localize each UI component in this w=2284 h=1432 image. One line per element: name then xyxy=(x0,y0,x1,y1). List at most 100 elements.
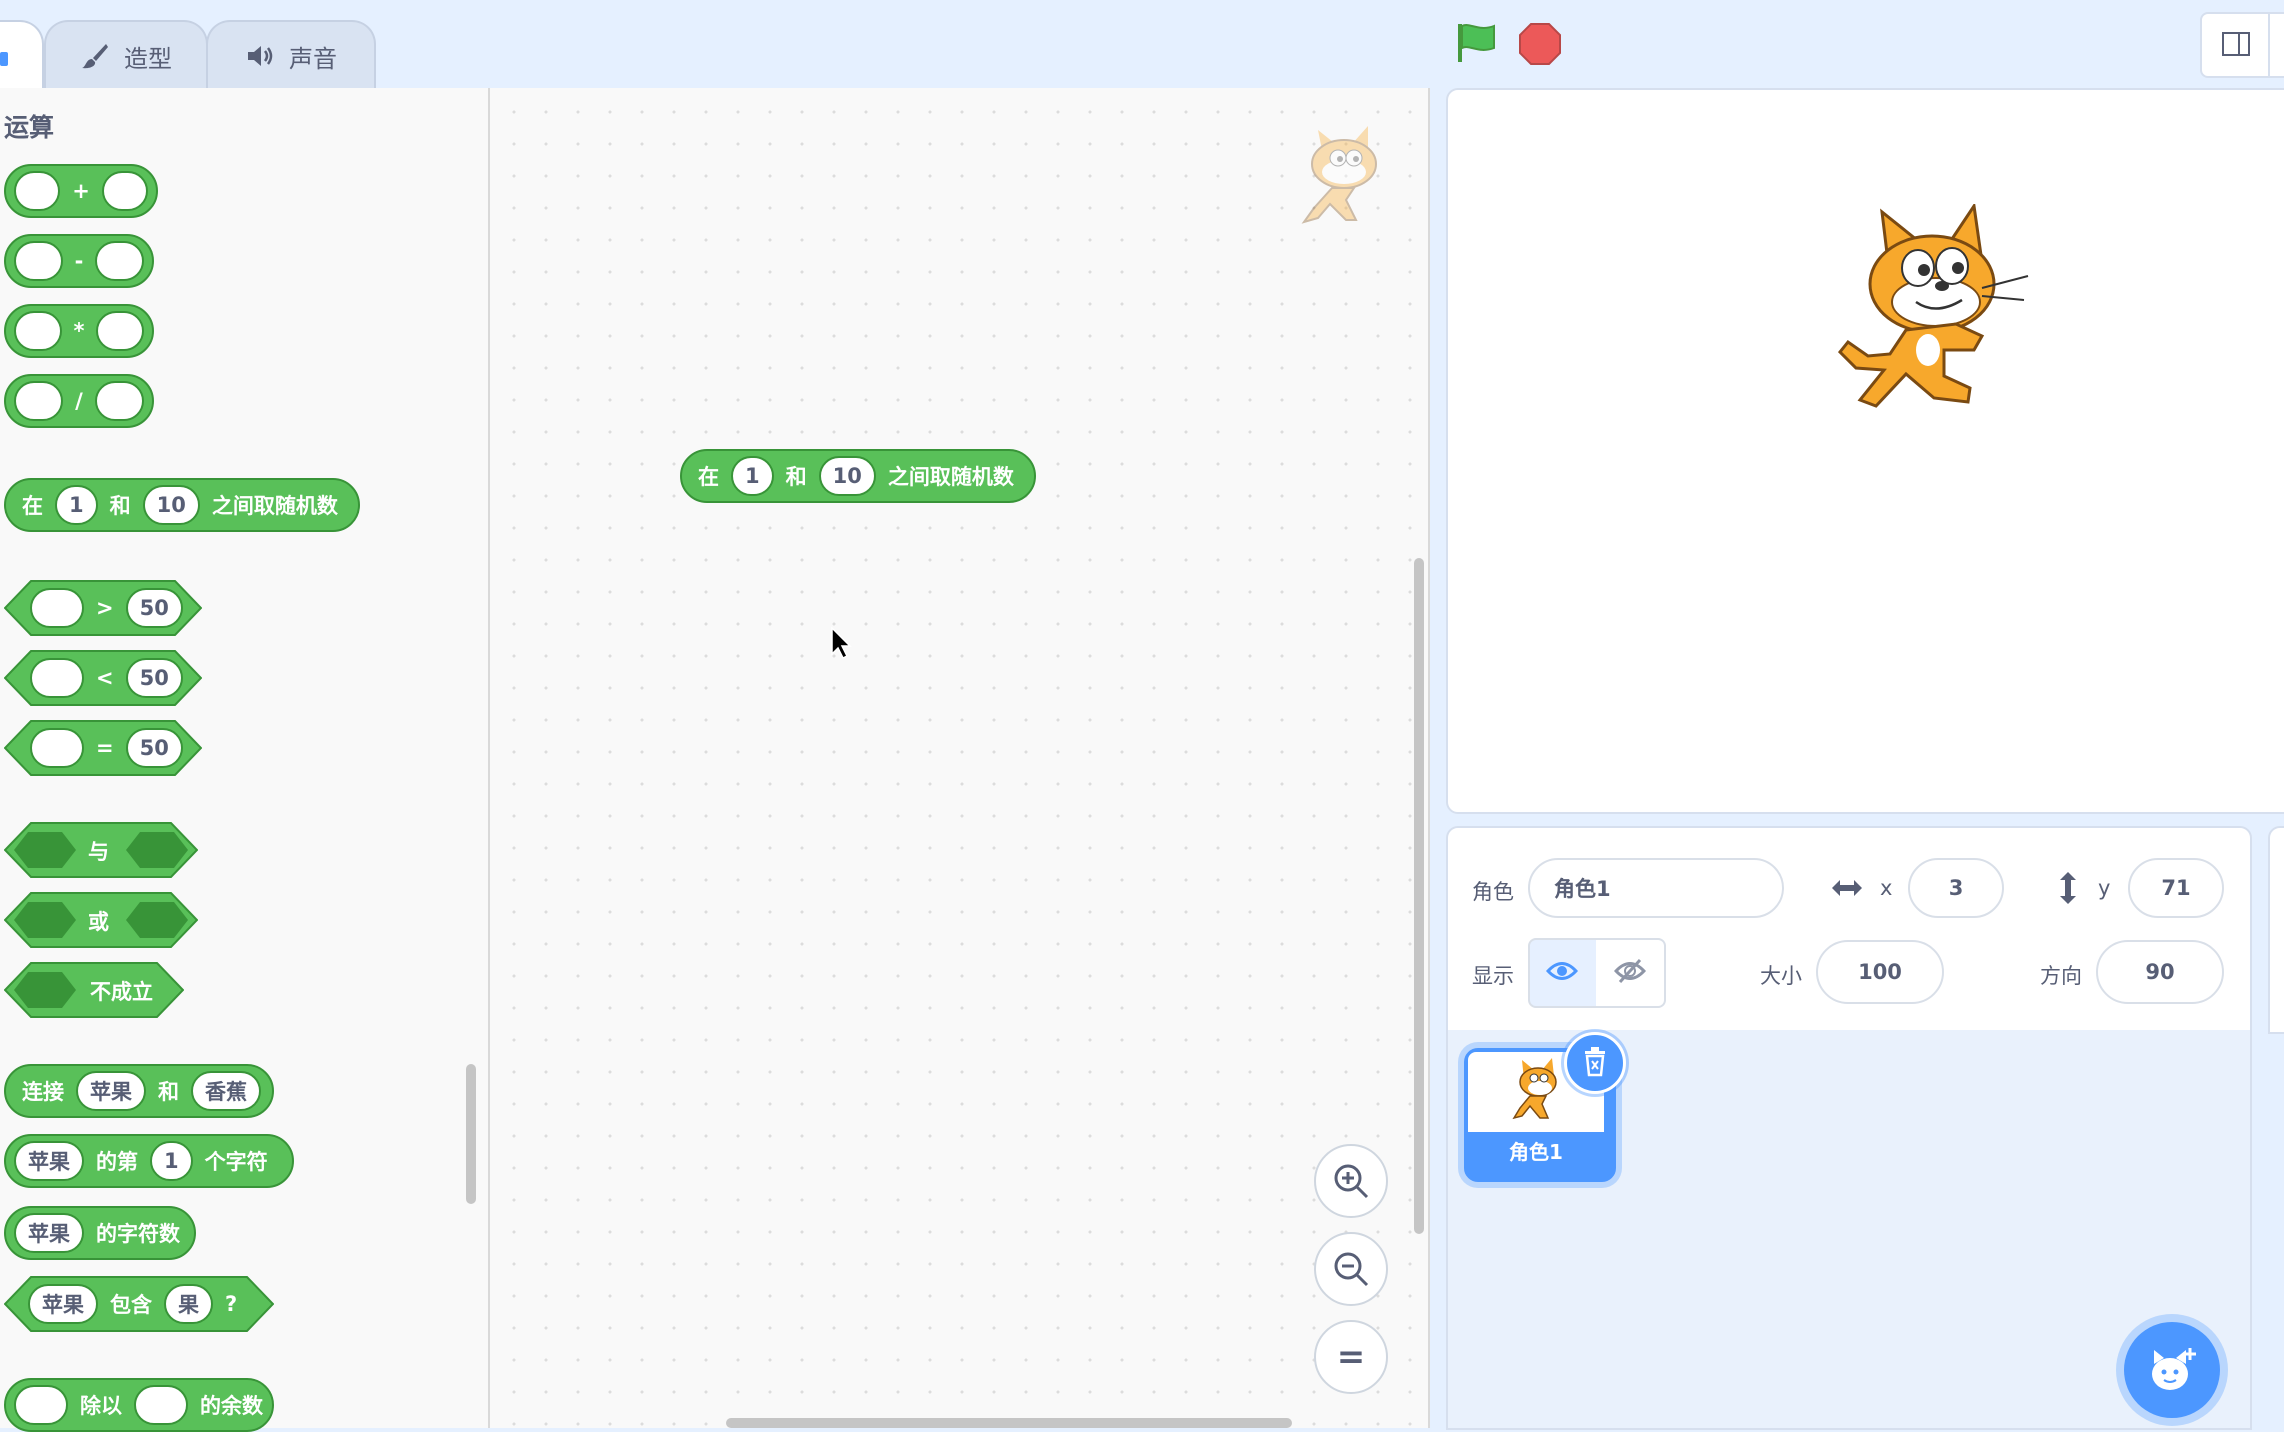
direction-field[interactable]: 90 xyxy=(2096,940,2224,1004)
sprite-label: 角色 xyxy=(1472,880,1514,904)
input-slot[interactable]: 10 xyxy=(142,485,200,525)
input-slot[interactable]: 50 xyxy=(125,728,183,768)
input-slot[interactable] xyxy=(30,588,84,628)
input-slot[interactable]: 1 xyxy=(731,456,774,496)
stop-icon[interactable] xyxy=(1518,22,1562,66)
tab-code[interactable] xyxy=(0,20,44,92)
input-slot[interactable] xyxy=(30,728,84,768)
input-slot[interactable]: 50 xyxy=(125,588,183,628)
block-text: 与 xyxy=(88,840,109,864)
block-text: 的余数 xyxy=(200,1394,263,1418)
block-text: 之间取随机数 xyxy=(211,494,338,518)
zoom-in-button[interactable] xyxy=(1314,1144,1388,1218)
input-slot[interactable] xyxy=(101,171,148,211)
input-slot[interactable]: 果 xyxy=(164,1284,213,1324)
block-text: 或 xyxy=(88,910,109,934)
zoom-out-icon xyxy=(1334,1252,1369,1287)
input-slot[interactable] xyxy=(14,241,63,281)
block-mod[interactable]: 除以 的余数 xyxy=(4,1378,274,1432)
tab-sounds[interactable]: 声音 xyxy=(206,20,376,90)
input-slot[interactable]: 香蕉 xyxy=(191,1071,261,1111)
block-length[interactable]: 苹果 的字符数 xyxy=(4,1206,196,1260)
brush-icon xyxy=(82,44,108,69)
input-slot[interactable]: 苹果 xyxy=(76,1071,146,1111)
script-horizontal-scrollbar[interactable] xyxy=(726,1418,1292,1428)
input-slot[interactable] xyxy=(95,241,144,281)
layout-icon xyxy=(2222,32,2250,56)
small-stage-button[interactable] xyxy=(2200,12,2270,78)
block-text: 在 xyxy=(698,465,719,489)
block-text: 和 xyxy=(158,1080,179,1104)
operator-symbol: = xyxy=(96,736,114,760)
large-stage-button[interactable] xyxy=(2268,12,2284,78)
input-slot[interactable] xyxy=(14,1385,68,1425)
show-label: 显示 xyxy=(1472,964,1514,988)
input-slot[interactable]: 1 xyxy=(150,1141,193,1181)
operator-symbol: < xyxy=(96,666,114,690)
add-sprite-icon xyxy=(2152,1348,2196,1390)
input-slot[interactable] xyxy=(14,381,64,421)
input-slot[interactable] xyxy=(30,658,84,698)
block-text: 的字符数 xyxy=(96,1222,180,1246)
block-text: 和 xyxy=(785,465,807,489)
direction-label: 方向 xyxy=(2040,964,2082,988)
x-label: x xyxy=(1880,876,1893,900)
block-letter-of[interactable]: 苹果 的第 1 个字符 xyxy=(4,1134,294,1188)
block-text: ? xyxy=(225,1292,238,1316)
input-slot[interactable]: 苹果 xyxy=(14,1141,84,1181)
sprite-name-field[interactable]: 角色1 xyxy=(1528,858,1784,918)
input-slot[interactable] xyxy=(14,311,62,351)
block-text: 和 xyxy=(109,494,131,518)
vertical-arrows-icon xyxy=(2060,872,2076,904)
block-text: 之间取随机数 xyxy=(887,465,1014,489)
sprite-cat[interactable] xyxy=(1832,204,2032,414)
speaker-icon xyxy=(248,46,273,66)
zoom-reset-button[interactable]: = xyxy=(1314,1320,1388,1394)
x-field[interactable]: 3 xyxy=(1908,858,2004,918)
input-slot[interactable] xyxy=(14,171,61,211)
delete-sprite-button[interactable] xyxy=(1564,1032,1626,1094)
block-text: 除以 xyxy=(80,1394,122,1418)
block-text: 的第 xyxy=(96,1150,138,1174)
block-multiply[interactable]: * xyxy=(4,304,154,358)
block-join[interactable]: 连接 苹果 和 香蕉 xyxy=(4,1064,274,1118)
script-block-random[interactable]: 在 1 和 10 之间取随机数 xyxy=(680,449,1036,503)
y-field[interactable]: 71 xyxy=(2128,858,2224,918)
block-add[interactable]: + xyxy=(4,164,158,218)
operator-symbol: / xyxy=(75,389,83,413)
script-area[interactable] xyxy=(490,88,1430,1428)
block-subtract[interactable]: - xyxy=(4,234,154,288)
operator-symbol: * xyxy=(73,319,85,343)
input-slot[interactable] xyxy=(96,311,144,351)
tab-costumes[interactable]: 造型 xyxy=(44,20,208,90)
input-slot[interactable] xyxy=(134,1385,188,1425)
green-flag-icon[interactable] xyxy=(1454,20,1500,66)
input-slot[interactable]: 苹果 xyxy=(14,1213,84,1253)
y-label: y xyxy=(2098,876,2111,900)
stage-panel-edge xyxy=(2268,826,2284,1034)
input-slot[interactable]: 10 xyxy=(818,456,876,496)
eye-icon xyxy=(1546,962,1578,980)
tab-costumes-label: 造型 xyxy=(124,44,172,73)
input-slot[interactable]: 50 xyxy=(125,658,183,698)
palette-scrollbar[interactable] xyxy=(466,1064,476,1204)
input-slot[interactable]: 1 xyxy=(55,485,98,525)
eye-hidden-icon xyxy=(1614,958,1646,984)
script-vertical-scrollbar[interactable] xyxy=(1414,558,1424,1234)
horizontal-arrows-icon xyxy=(1832,880,1862,896)
trash-icon xyxy=(1585,1047,1605,1077)
input-slot[interactable] xyxy=(94,381,144,421)
sprite-thumbnail xyxy=(1512,1058,1557,1120)
zoom-out-button[interactable] xyxy=(1314,1232,1388,1306)
stage[interactable] xyxy=(1446,88,2284,814)
block-text: 不成立 xyxy=(90,980,153,1004)
block-random[interactable]: 在 1 和 10 之间取随机数 xyxy=(4,478,360,532)
tab-sounds-label: 声音 xyxy=(289,44,337,73)
choose-sprite-button[interactable] xyxy=(2124,1322,2220,1418)
block-text: 连接 xyxy=(22,1080,64,1104)
block-divide[interactable]: / xyxy=(4,374,154,428)
size-field[interactable]: 100 xyxy=(1816,940,1944,1004)
input-slot[interactable]: 苹果 xyxy=(28,1284,98,1324)
operator-symbol: + xyxy=(72,179,90,203)
code-icon xyxy=(0,52,8,66)
